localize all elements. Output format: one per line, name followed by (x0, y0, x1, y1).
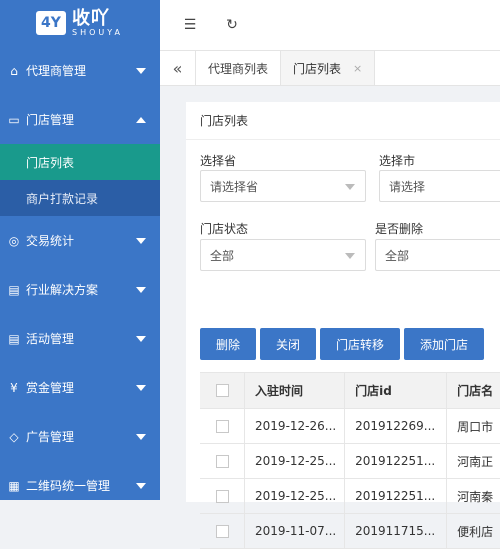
menu-toggle-icon[interactable]: ☰ (178, 13, 202, 37)
chevron-down-icon (136, 482, 146, 489)
yen-icon: ¥ (10, 380, 18, 395)
chevron-down-icon (136, 286, 146, 293)
chevron-down-icon (345, 184, 355, 190)
delete-button[interactable]: 删除 (200, 328, 256, 360)
topbar: ☰ ↻ (160, 0, 500, 50)
chevron-down-icon (136, 237, 146, 244)
sidebar-item-solutions[interactable]: ▤ 行业解决方案 (0, 265, 160, 314)
status-value: 全部 (210, 248, 235, 263)
chevron-down-icon (136, 67, 146, 74)
province-value: 请选择省 (210, 179, 259, 194)
logo-mark: 4Y (36, 11, 66, 35)
status-select[interactable]: 全部 (200, 239, 366, 271)
sidebar-item-label: 广告管理 (26, 430, 75, 444)
refresh-icon[interactable]: ↻ (220, 13, 244, 37)
sidebar-item-activity[interactable]: ▤ 活动管理 (0, 314, 160, 363)
qrcode-icon: ▦ (8, 478, 20, 493)
table-header-row: 入驻时间 门店id 门店名 (200, 373, 500, 409)
deleted-select[interactable]: 全部 (375, 239, 500, 271)
table-row[interactable]: 2019-12-25... 201912251... 河南正 (200, 444, 500, 479)
chevron-up-icon (136, 116, 146, 123)
home-icon: ⌂ (10, 63, 18, 78)
table-cell: 周口市 (457, 419, 494, 434)
chevron-down-icon (136, 384, 146, 391)
logo: 4Y 收吖 SHOUYA (0, 0, 160, 46)
sidebar-item-label: 行业解决方案 (26, 283, 99, 297)
table-cell: 2019-12-26... (245, 409, 346, 443)
table-cell: 2019-12-25... (245, 479, 346, 513)
deleted-label: 是否删除 (375, 222, 424, 236)
province-label: 选择省 (200, 154, 237, 168)
table-cell: 便利店 (457, 524, 494, 539)
sidebar-item-qrcode[interactable]: ▦ 二维码统一管理 (0, 461, 160, 500)
book-icon: ▤ (8, 282, 20, 297)
select-all-checkbox[interactable] (215, 384, 229, 397)
column-header[interactable]: 门店id (345, 373, 448, 408)
table-cell: 201912251... (345, 479, 448, 513)
table-cell: 201912269... (345, 409, 448, 443)
logo-subtitle: SHOUYA (72, 27, 123, 37)
table-row[interactable]: 2019-12-25... 201912251... 河南秦 (200, 479, 500, 514)
sidebar-item-label: 代理商管理 (26, 64, 87, 78)
row-checkbox[interactable] (215, 419, 229, 433)
store-table: 入驻时间 门店id 门店名 2019-12-26... 201912269...… (200, 372, 500, 549)
collapse-icon[interactable]: « (160, 51, 196, 85)
province-select[interactable]: 请选择省 (200, 170, 366, 202)
sidebar-item-trade-stats[interactable]: ◎ 交易统计 (0, 216, 160, 265)
card-title: 门店列表 (186, 102, 500, 140)
stats-icon: ◎ (8, 233, 20, 248)
chevron-down-icon (136, 433, 146, 440)
sidebar-item-label: 赏金管理 (26, 381, 75, 395)
add-store-button[interactable]: 添加门店 (404, 328, 484, 360)
tabs-bar: « 代理商列表 门店列表 × (160, 50, 500, 86)
chevron-down-icon (136, 335, 146, 342)
sidebar-item-label: 门店管理 (26, 113, 75, 127)
sidebar-item-store[interactable]: ▭ 门店管理 (0, 95, 160, 144)
tab-label: 门店列表 (293, 61, 342, 76)
sidebar-item-agent[interactable]: ⌂ 代理商管理 (0, 46, 160, 95)
store-submenu: 门店列表 商户打款记录 (0, 144, 160, 216)
table-cell: 河南秦 (457, 489, 494, 504)
submenu-item-store-list[interactable]: 门店列表 (0, 144, 160, 180)
close-icon[interactable]: × (353, 62, 362, 75)
city-value: 请选择 (389, 179, 426, 194)
table-cell: 2019-12-25... (245, 444, 346, 478)
row-checkbox[interactable] (215, 489, 229, 503)
close-button[interactable]: 关闭 (260, 328, 316, 360)
sidebar-item-bounty[interactable]: ¥ 赏金管理 (0, 363, 160, 412)
table-cell: 2019-11-07... (245, 514, 346, 548)
tab-agent-list[interactable]: 代理商列表 (196, 51, 282, 85)
column-header[interactable]: 入驻时间 (245, 373, 346, 408)
city-label: 选择市 (379, 154, 416, 168)
column-header[interactable]: 门店名 (447, 373, 500, 408)
sidebar-item-label: 活动管理 (26, 332, 75, 346)
table-row[interactable]: 2019-11-07... 201911715... 便利店 (200, 514, 500, 549)
table-cell: 201911715... (345, 514, 448, 548)
book-icon: ▤ (8, 331, 20, 346)
status-label: 门店状态 (200, 222, 249, 236)
sidebar-item-label: 二维码统一管理 (26, 479, 111, 493)
transfer-store-button[interactable]: 门店转移 (320, 328, 400, 360)
deleted-value: 全部 (385, 248, 410, 263)
sidebar-item-ads[interactable]: ◇ 广告管理 (0, 412, 160, 461)
table-cell: 201912251... (345, 444, 448, 478)
chevron-down-icon (345, 253, 355, 259)
store-icon: ▭ (8, 112, 20, 127)
sidebar: 4Y 收吖 SHOUYA ⌂ 代理商管理 ▭ 门店管理 门店列表 商户打款记录 … (0, 0, 160, 500)
tab-store-list[interactable]: 门店列表 × (281, 51, 376, 85)
city-select[interactable]: 请选择 (379, 170, 500, 202)
tab-label: 代理商列表 (208, 61, 269, 76)
sidebar-item-label: 交易统计 (26, 234, 75, 248)
row-checkbox[interactable] (215, 524, 229, 538)
row-checkbox[interactable] (215, 454, 229, 468)
table-cell: 河南正 (457, 454, 494, 469)
store-list-card: 门店列表 选择省 请选择省 选择市 请选择 门店状态 全部 是否删除 全部 删除… (186, 102, 500, 549)
logo-title: 收吖 (72, 7, 110, 29)
tag-icon: ◇ (9, 429, 19, 444)
table-row[interactable]: 2019-12-26... 201912269... 周口市 (200, 409, 500, 444)
submenu-item-payment-records[interactable]: 商户打款记录 (0, 180, 160, 216)
